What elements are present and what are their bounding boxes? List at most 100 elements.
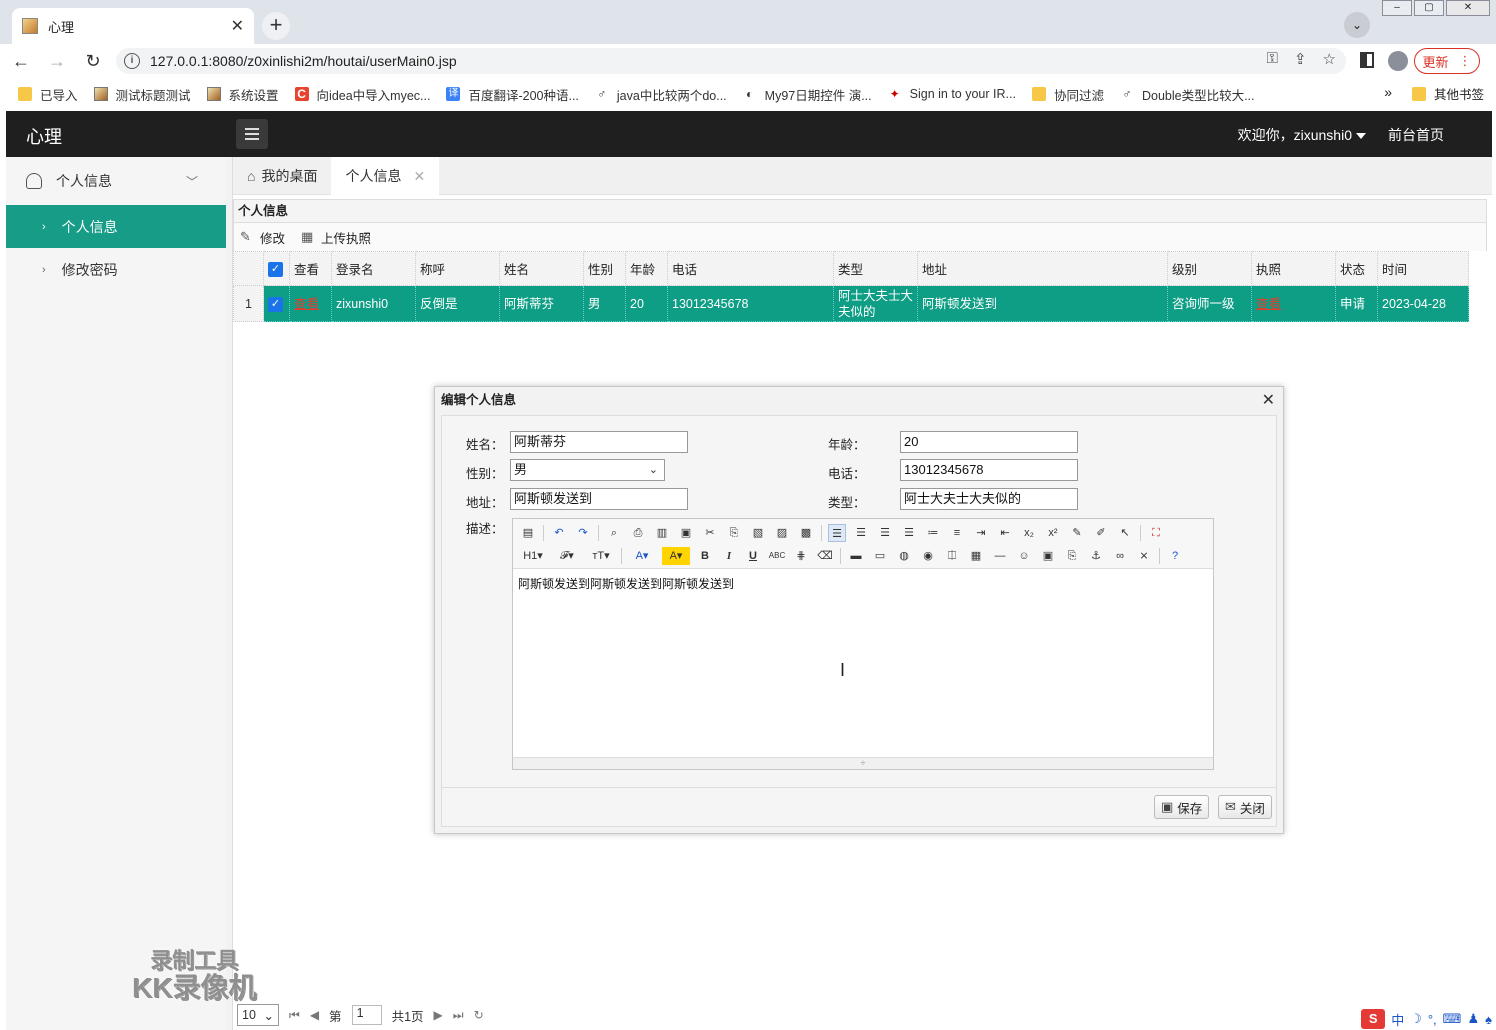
eraser-icon[interactable]: ⌫: [816, 547, 834, 565]
align-left-icon[interactable]: ☰: [828, 523, 846, 542]
link-icon[interactable]: ∞: [1111, 547, 1129, 565]
bookmark-item[interactable]: ◐ My97日期控件 演...: [743, 85, 872, 104]
phone-field[interactable]: 13012345678: [900, 459, 1078, 481]
new-tab-button[interactable]: +: [262, 12, 290, 40]
bookmark-item[interactable]: 译百度翻译-200种语...: [446, 85, 579, 104]
page-size-select[interactable]: 10 ⌄: [237, 1004, 279, 1026]
font-color-icon[interactable]: A▾: [628, 547, 656, 565]
column-header[interactable]: 时间: [1377, 251, 1469, 286]
fullscreen-icon[interactable]: ⛶: [1147, 524, 1165, 542]
close-icon[interactable]: ✕: [1262, 390, 1275, 410]
ordered-list-icon[interactable]: ≔: [924, 524, 942, 542]
forward-arrow-icon[interactable]: →: [42, 51, 72, 72]
bookmarks-overflow-button[interactable]: »: [1384, 84, 1392, 100]
highlight-color-icon[interactable]: A▾: [662, 546, 690, 565]
preview-icon[interactable]: ⌕: [605, 524, 623, 542]
flash-icon[interactable]: ◍: [895, 547, 913, 565]
template-icon[interactable]: ▥: [653, 524, 671, 542]
tab-desktop[interactable]: ⌂ 我的桌面: [233, 157, 331, 195]
column-header[interactable]: 电话: [667, 251, 834, 286]
close-tab-icon[interactable]: ✕: [231, 16, 244, 36]
punctuation-icon[interactable]: °,: [1428, 1012, 1437, 1027]
code-icon[interactable]: ▣: [677, 524, 695, 542]
menu-toggle-button[interactable]: [236, 119, 268, 149]
moon-icon[interactable]: ☽: [1410, 1011, 1422, 1027]
close-icon[interactable]: ✕: [413, 168, 425, 185]
anchor-icon[interactable]: ⚓: [1087, 547, 1105, 565]
justify-icon[interactable]: ☰: [900, 524, 918, 542]
image-icon[interactable]: ▬: [847, 547, 865, 565]
editor-content[interactable]: 阿斯顿发送到阿斯顿发送到阿斯顿发送到: [513, 569, 1213, 757]
last-page-icon[interactable]: ⏭: [453, 1008, 464, 1023]
address-bar[interactable]: i 127.0.0.1:8080/z0xinlishi2m/houtai/use…: [116, 48, 1346, 74]
outdent-icon[interactable]: ⇤: [996, 524, 1014, 542]
superscript-icon[interactable]: x²: [1044, 524, 1062, 542]
user-tray-icon[interactable]: ♟: [1467, 1011, 1479, 1027]
window-close-button[interactable]: ✕: [1446, 0, 1490, 16]
column-header[interactable]: 登录名: [331, 251, 416, 286]
star-icon[interactable]: ☆: [1323, 50, 1336, 68]
table-row[interactable]: 1 ✓ 查看 zixunshi0 反倒是 阿斯蒂芬 男 20 130123456…: [233, 285, 1469, 322]
edit-button[interactable]: ✎ 修改: [240, 228, 285, 247]
bookmark-item[interactable]: C 向idea中导入myec...: [294, 85, 430, 104]
front-page-link[interactable]: 前台首页: [1388, 125, 1444, 145]
save-button[interactable]: ▣ 保存: [1154, 795, 1210, 819]
media-icon[interactable]: ◉: [919, 547, 937, 565]
undo-icon[interactable]: ↶: [550, 524, 568, 542]
heading-icon[interactable]: H1▾: [519, 547, 547, 565]
next-page-icon[interactable]: ▶: [434, 1008, 443, 1022]
bookmark-item[interactable]: 已导入: [18, 85, 78, 104]
tab-profile[interactable]: 个人信息 ✕: [331, 157, 440, 195]
emoticon-icon[interactable]: ☺: [1015, 547, 1033, 565]
italic-icon[interactable]: I: [720, 547, 738, 565]
align-center-icon[interactable]: ☰: [852, 524, 870, 542]
print-icon[interactable]: ⎙: [629, 524, 647, 542]
minimize-button[interactable]: –: [1382, 0, 1412, 16]
prev-page-icon[interactable]: ◀: [310, 1008, 319, 1022]
unordered-list-icon[interactable]: ≡: [948, 524, 966, 542]
column-header[interactable]: 称呼: [415, 251, 500, 286]
column-header[interactable]: 地址: [917, 251, 1168, 286]
multi-image-icon[interactable]: ▭: [871, 547, 889, 565]
paste-text-icon[interactable]: ▨: [773, 524, 791, 542]
column-header[interactable]: 级别: [1167, 251, 1252, 286]
attachment-icon[interactable]: ⎅: [943, 547, 961, 565]
profile-avatar[interactable]: [1388, 51, 1408, 71]
type-field[interactable]: 阿士大夫士大夫似的: [900, 488, 1078, 510]
sidebar-group-profile[interactable]: 个人信息 ﹀: [6, 157, 226, 205]
side-panel-icon[interactable]: [1360, 52, 1374, 68]
sogou-ime-icon[interactable]: S: [1361, 1009, 1386, 1029]
view-link[interactable]: 查看: [294, 297, 319, 311]
key-icon[interactable]: ⚿: [1267, 50, 1278, 68]
map-icon[interactable]: ▣: [1039, 547, 1057, 565]
strikethrough-icon[interactable]: ABC: [768, 547, 786, 565]
gender-select[interactable]: 男 ⌄: [510, 459, 665, 481]
column-header[interactable]: 状态: [1335, 251, 1378, 286]
refresh-icon[interactable]: ↻: [474, 1008, 484, 1022]
shirt-icon[interactable]: ♠: [1485, 1012, 1492, 1027]
bookmark-item[interactable]: 系统设置: [206, 85, 279, 104]
reload-icon[interactable]: ↻: [78, 51, 108, 72]
table-icon[interactable]: ▦: [967, 547, 985, 565]
horizontal-rule-icon[interactable]: ―: [991, 547, 1009, 565]
column-header[interactable]: 执照: [1251, 251, 1336, 286]
upload-license-button[interactable]: ▦ 上传执照: [301, 228, 371, 247]
view-link-cell[interactable]: 查看: [289, 285, 332, 322]
subscript-icon[interactable]: x₂: [1020, 524, 1038, 542]
column-header[interactable]: 查看: [289, 251, 332, 286]
redo-icon[interactable]: ↷: [574, 524, 592, 542]
font-family-icon[interactable]: 𝓕▾: [553, 547, 581, 565]
page-number-input[interactable]: 1: [351, 1005, 382, 1025]
underline-icon[interactable]: U: [744, 547, 762, 565]
indent-icon[interactable]: ⇥: [972, 524, 990, 542]
help-icon[interactable]: ?: [1166, 547, 1184, 565]
cut-icon[interactable]: ✂: [701, 524, 719, 542]
browser-tab[interactable]: 心理 ✕: [12, 8, 254, 44]
update-button[interactable]: 更新 ⋮: [1414, 48, 1480, 74]
bookmark-item[interactable]: 协同过滤: [1031, 85, 1104, 104]
row-checkbox-cell[interactable]: ✓: [263, 285, 290, 322]
source-icon[interactable]: ▤: [519, 524, 537, 542]
ime-mode[interactable]: 中: [1391, 1010, 1404, 1029]
copy-icon[interactable]: ⎘: [725, 524, 743, 542]
first-page-icon[interactable]: ⏮: [289, 1008, 300, 1023]
